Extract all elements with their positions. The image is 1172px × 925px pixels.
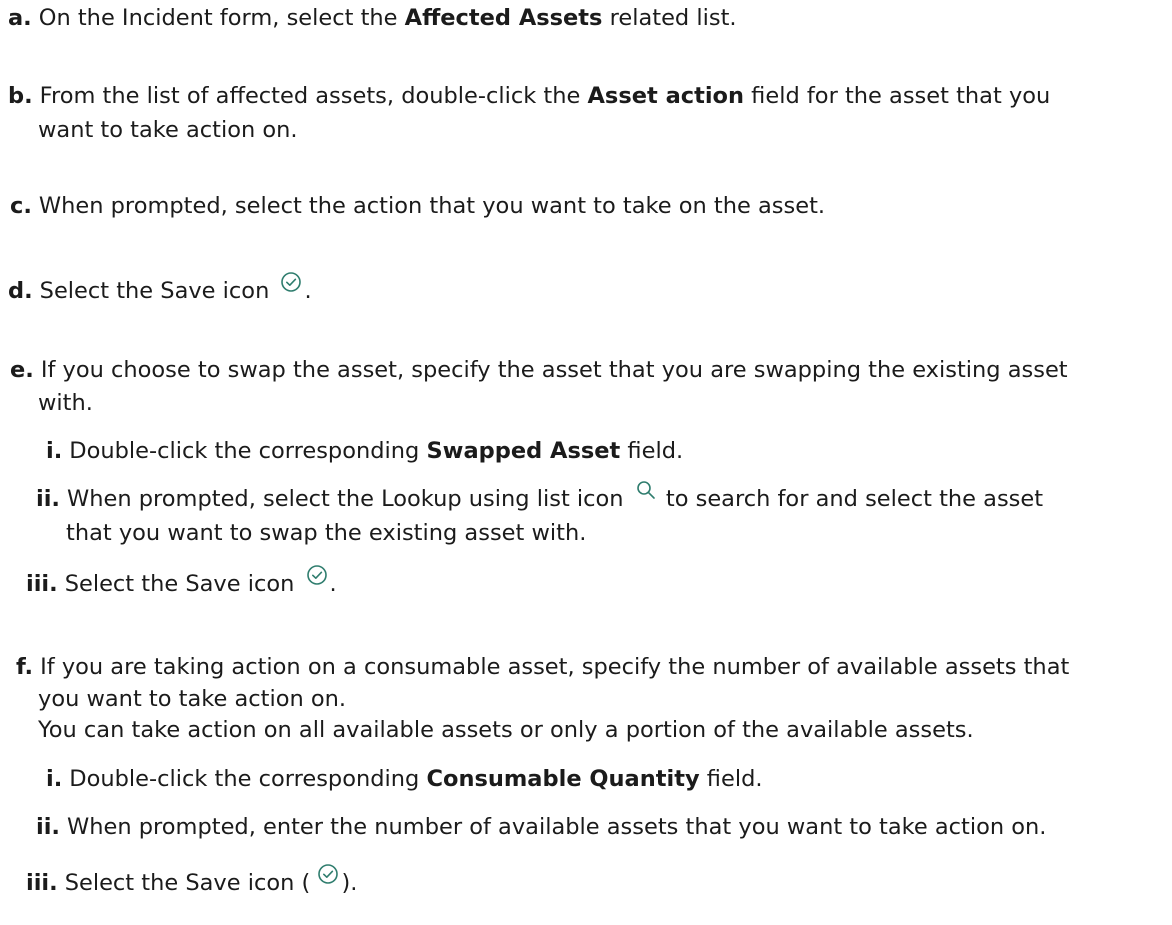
step-text: Select the Save icon <box>39 278 277 304</box>
step-f: f. If you are taking action on a consumab… <box>16 652 1172 683</box>
step-text: When prompted, select the Lookup using l… <box>66 486 631 512</box>
step-e: e. If you choose to swap the asset, speci… <box>10 355 1172 386</box>
step-a: a. On the Incident form, select the Affec… <box>8 3 1172 34</box>
field-name: Consumable Quantity <box>426 766 700 792</box>
step-text: On the Incident form, select the <box>38 5 405 31</box>
step-marker: iii. <box>26 571 58 597</box>
step-text: Select the Save icon ( <box>64 870 318 896</box>
field-name: Affected Assets <box>404 5 603 31</box>
save-check-icon <box>280 271 302 293</box>
step-marker: f. <box>16 654 34 680</box>
step-text: ). <box>341 870 358 896</box>
step-marker: i. <box>46 766 63 792</box>
step-marker: ii. <box>36 486 60 512</box>
step-text: From the list of affected assets, double… <box>39 83 588 109</box>
field-name: Swapped Asset <box>426 438 621 464</box>
step-text: field. <box>699 766 763 792</box>
step-marker: d. <box>8 278 33 304</box>
step-e-ii: ii. When prompted, select the Lookup usin… <box>36 481 1172 515</box>
step-text: that you want to swap the existing asset… <box>66 520 587 546</box>
save-check-icon <box>317 863 339 885</box>
step-text: Double-click the corresponding <box>69 766 427 792</box>
step-marker: i. <box>46 438 63 464</box>
step-text: . <box>304 278 312 304</box>
step-c: c. When prompted, select the action that … <box>10 191 1172 222</box>
step-text: You can take action on all available ass… <box>38 717 974 743</box>
step-text: Select the Save icon <box>64 571 302 597</box>
step-text: want to take action on. <box>38 117 298 143</box>
field-name: Asset action <box>587 83 745 109</box>
search-icon <box>635 479 657 501</box>
step-marker: ii. <box>36 814 60 840</box>
step-f-line2: you want to take action on. <box>38 684 1172 715</box>
step-f-ii: ii. When prompted, enter the number of av… <box>36 812 1172 843</box>
step-text: If you are taking action on a consumable… <box>40 654 1070 680</box>
step-text: related list. <box>602 5 737 31</box>
step-text: field for the asset that you <box>744 83 1051 109</box>
step-text: you want to take action on. <box>38 686 347 712</box>
step-e-iii: iii. Select the Save icon . <box>26 565 1172 600</box>
step-e-line2: with. <box>38 388 1172 419</box>
save-check-icon <box>306 564 328 586</box>
step-text: with. <box>38 390 93 416</box>
step-text: When prompted, select the action that yo… <box>38 193 826 219</box>
step-f-iii: iii. Select the Save icon ( ). <box>26 864 1172 899</box>
step-marker: a. <box>8 5 32 31</box>
step-b-line2: want to take action on. <box>38 115 1172 146</box>
step-text: . <box>329 571 337 597</box>
step-marker: e. <box>10 357 34 383</box>
step-b: b. From the list of affected assets, doub… <box>8 81 1172 112</box>
step-text: If you choose to swap the asset, specify… <box>40 357 1068 383</box>
step-text: Double-click the corresponding <box>69 438 427 464</box>
step-d: d. Select the Save icon . <box>8 272 1172 307</box>
step-text: When prompted, enter the number of avail… <box>66 814 1047 840</box>
step-marker: c. <box>10 193 32 219</box>
step-f-i: i. Double-click the corresponding Consuma… <box>46 764 1172 795</box>
step-text: field. <box>620 438 684 464</box>
step-f-line3: You can take action on all available ass… <box>38 715 1172 746</box>
step-e-ii-line2: that you want to swap the existing asset… <box>66 518 1172 549</box>
step-marker: b. <box>8 83 33 109</box>
step-e-i: i. Double-click the corresponding Swapped… <box>46 436 1172 467</box>
step-text: to search for and select the asset <box>658 486 1044 512</box>
step-marker: iii. <box>26 870 58 896</box>
